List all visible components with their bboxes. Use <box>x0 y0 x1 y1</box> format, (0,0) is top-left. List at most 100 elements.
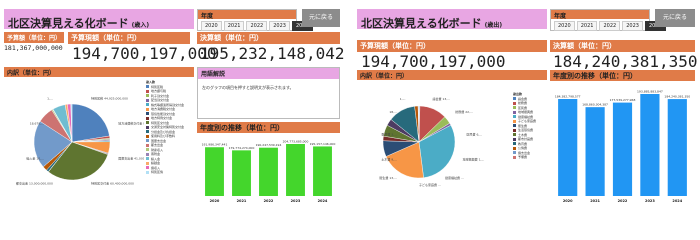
x-tick-label: 2020 <box>563 199 573 203</box>
legend-swatch <box>513 151 516 155</box>
back-button[interactable]: 元に戻る <box>302 9 340 27</box>
bar-value-label: 177,539,277,968 <box>610 98 636 102</box>
x-tick-label: 2021 <box>590 199 600 203</box>
pie-label: 健康福祉費 ... <box>445 175 464 180</box>
back-button[interactable]: 元に戻る <box>655 9 695 27</box>
dashboard-title: 北区決算見える化ボード (歳入) <box>4 9 194 30</box>
year-buttons: 20202021202220232024 <box>198 19 313 33</box>
expenditure-dashboard: 北区決算見える化ボード(歳出) 年度 20202021202220232024 … <box>355 0 700 207</box>
year-button-2020[interactable]: 2020 <box>201 21 222 31</box>
pie-label: 総務費 22,... <box>455 109 473 114</box>
legend-swatch <box>513 97 516 101</box>
year-button-2022[interactable]: 2022 <box>599 21 621 31</box>
legend-swatch <box>146 161 149 165</box>
bar-value-label: 193,885,883,847 <box>637 90 663 94</box>
bar[interactable] <box>232 150 251 196</box>
pie-label: 地方消費税交付金 9,... <box>118 120 144 125</box>
bar-value-label: 191,986,347,441 <box>202 143 228 147</box>
pie-slice[interactable] <box>71 103 110 143</box>
expenditure-legend: 歳出款 議会費 総務費 区民費 地域振興費 健康福祉費 子ども家庭費 衛生費 生活環境費 土木費都… <box>513 92 547 160</box>
legend-swatch <box>146 134 149 138</box>
legend-label: 特別区債 <box>151 170 164 174</box>
year-selector: 年度 20202021202220232024 <box>550 9 666 31</box>
legend-swatch <box>513 115 516 119</box>
legend-swatch <box>513 110 516 114</box>
legend-swatch <box>513 106 516 110</box>
pie-label: 繰入金 10,... <box>26 156 44 161</box>
budget-label: 予算額（単位：円） <box>4 32 64 43</box>
bar[interactable] <box>640 94 660 196</box>
breakdown-label: 内訳（単位：円） <box>4 67 194 77</box>
legend-swatch <box>513 101 516 105</box>
year-selector: 年度 20202021202220232024 <box>197 9 313 33</box>
revenue-pie-chart[interactable]: 特別区税 44,925,000,000 地方消費税交付金 9,... 国庫支出金 4… <box>4 80 144 204</box>
legend-swatch <box>146 94 149 98</box>
legend-swatch <box>513 146 516 150</box>
glossary-title: 用語解説 <box>198 68 339 79</box>
legend-swatch <box>513 133 516 137</box>
year-button-2023[interactable]: 2023 <box>622 21 643 31</box>
trend-label: 年度別の推移（単位：円） <box>197 122 340 133</box>
bar[interactable] <box>585 107 605 196</box>
pie-label: 都支出金 13,000,000,000 <box>16 180 53 185</box>
bar[interactable] <box>205 147 224 196</box>
year-button-2022[interactable]: 2022 <box>246 21 268 31</box>
bar-value-label: 195,157,146,000 <box>310 142 336 146</box>
pie-label: 地域振興費 1,... <box>463 156 485 161</box>
legend-item[interactable]: 予備費 <box>513 155 547 160</box>
title-text: 北区決算見える化ボード <box>361 17 482 30</box>
year-button-2021[interactable]: 2021 <box>223 21 245 31</box>
pie-label: 特別区税 44,925,000,000 <box>91 96 128 101</box>
bar-value-label: 184,240,381,350 <box>664 95 690 99</box>
year-button-2020[interactable]: 2020 <box>554 21 575 31</box>
legend-swatch <box>146 152 149 156</box>
legend-swatch <box>513 142 516 146</box>
trend-label: 年度別の推移（単位：円） <box>550 70 695 81</box>
current-budget-label: 予算現額（単位：円） <box>68 32 190 44</box>
x-tick-label: 2020 <box>210 199 220 203</box>
legend-swatch <box>146 148 149 152</box>
bar[interactable] <box>313 146 332 196</box>
year-button-2021[interactable]: 2021 <box>576 21 598 31</box>
bar[interactable] <box>612 102 633 196</box>
bar[interactable] <box>286 144 305 196</box>
settlement-label: 決算額（単位：円） <box>550 40 695 52</box>
pie-label: 衛生費 13,... <box>379 175 397 180</box>
expenditure-trend-chart: 184,382,798,577 2020 168,860,304,387 2021 17… <box>555 90 690 204</box>
legend-item[interactable]: 特別区債 <box>146 170 194 175</box>
pie-label: 1,... <box>47 97 53 101</box>
bar-value-label: 179,774,274,000 <box>229 146 255 150</box>
x-tick-label: 2023 <box>291 199 301 203</box>
settlement-value: 195,232,148,042 <box>200 44 345 63</box>
budget-value: 181,367,000,000 <box>4 44 63 52</box>
bar[interactable] <box>667 99 687 196</box>
current-budget-value: 194,700,197,000 <box>361 52 506 71</box>
expenditure-pie-chart[interactable]: 議会費 13,... 総務費 22,... 区民費 6,... 地域振興費 1,...… <box>357 84 497 204</box>
current-budget-label: 予算現額（単位：円） <box>357 40 547 52</box>
bar[interactable] <box>558 98 578 196</box>
legend-swatch <box>513 128 516 132</box>
title-text: 北区決算見える化ボード <box>8 17 129 30</box>
legend-swatch <box>146 157 149 161</box>
x-tick-label: 2022 <box>264 199 274 203</box>
year-button-2023[interactable]: 2023 <box>269 21 290 31</box>
x-tick-label: 2024 <box>318 199 328 203</box>
bar[interactable] <box>259 147 278 196</box>
legend-swatch <box>146 130 149 134</box>
legend-swatch <box>146 116 149 120</box>
legend-swatch <box>146 125 149 129</box>
legend-swatch <box>146 112 149 116</box>
legend-swatch <box>146 85 149 89</box>
legend-swatch <box>146 170 149 174</box>
legend-swatch <box>146 121 149 125</box>
legend-swatch <box>513 119 516 123</box>
legend-swatch <box>146 139 149 143</box>
settlement-label: 決算額（単位：円） <box>197 32 340 44</box>
bar-value-label: 190,247,539,194 <box>256 143 282 147</box>
pie-label: 議会費 13,... <box>433 96 451 101</box>
year-label: 年度 <box>551 10 649 20</box>
settlement-value: 184,240,381,350 <box>553 52 698 71</box>
pie-label: 国庫支出金 41,000,000,000 <box>118 156 144 161</box>
x-tick-label: 2022 <box>618 199 628 203</box>
bar-value-label: 204,773,685,000 <box>283 140 309 144</box>
